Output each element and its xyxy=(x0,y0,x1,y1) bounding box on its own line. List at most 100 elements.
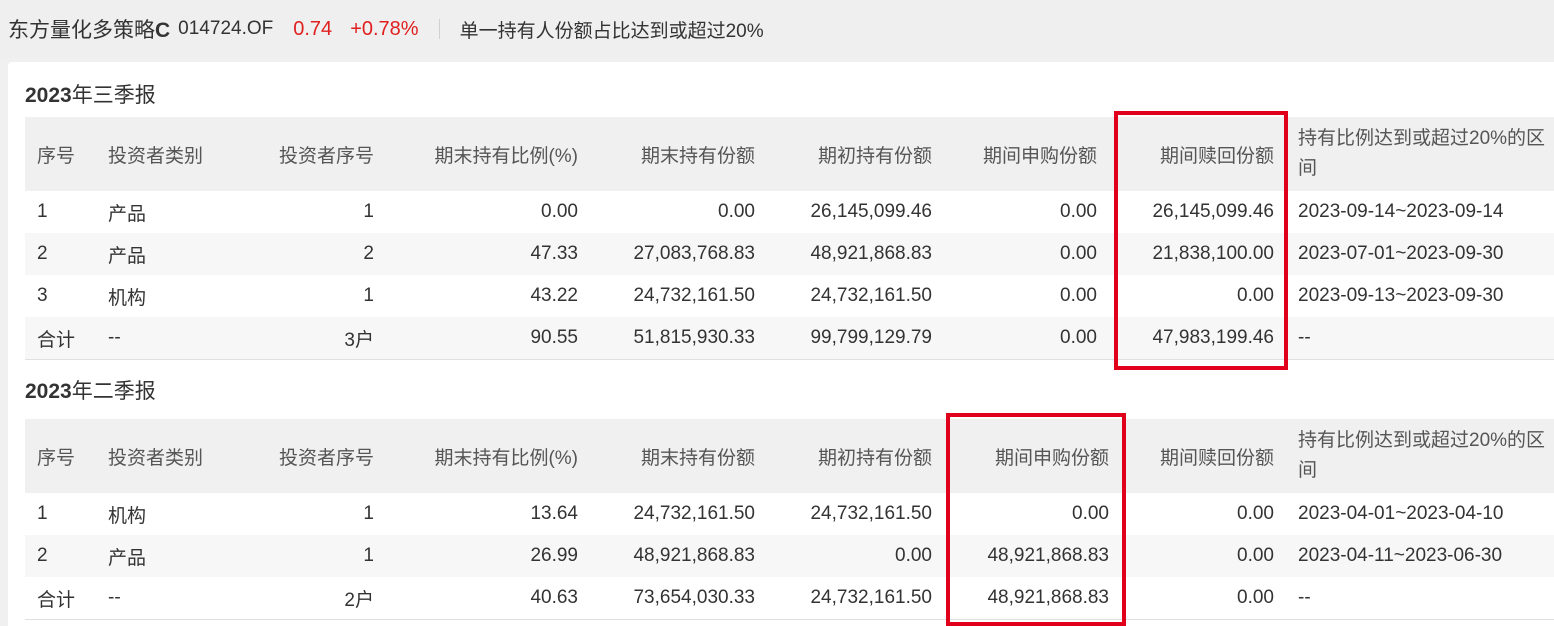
cell-type: 产品 xyxy=(108,535,251,577)
cell-end-ratio: 26.99 xyxy=(394,535,598,577)
cell-redeem: 0.00 xyxy=(1129,535,1294,577)
cell-end-ratio: 13.64 xyxy=(530,503,578,524)
fund-price: 0.74 xyxy=(293,17,333,40)
cell-type: 机构 xyxy=(108,287,147,309)
cell-subscribe: 0.00 xyxy=(952,317,1117,360)
fund-header: 东方量化多策略C 014724.OF 0.74 +0.78% 单一持有人份额占比… xyxy=(0,0,1554,58)
col-header: 期间申购份额 xyxy=(952,419,1129,493)
col-header: 期末持有份额 xyxy=(598,419,775,493)
cell-seq: 合计 xyxy=(25,317,108,360)
col-header: 期初持有份额 xyxy=(775,419,952,493)
col-header: 序号 xyxy=(25,117,108,191)
cell-investor-no: 2 xyxy=(251,233,394,275)
table-row: 2 产品 2 47.33 27,083,768.83 48,921,868.83… xyxy=(25,233,1554,275)
holder-table-q3: 序号 投资者类别 投资者序号 期末持有比例(%) 期末持有份额 期初持有份额 期… xyxy=(25,117,1554,360)
cell-redeem: 0.00 xyxy=(1237,503,1274,524)
col-header: 投资者类别 xyxy=(108,419,251,493)
cell-interval: -- xyxy=(1294,577,1554,620)
cell-redeem: 47,983,199.46 xyxy=(1117,317,1294,360)
fund-name: 东方量化多策略C xyxy=(8,19,171,42)
table-total-row: 合计 -- 2户 40.63 73,654,030.33 24,732,161.… xyxy=(25,577,1554,620)
table-row: 1 产品 1 0.00 0.00 26,145,099.46 0.00 26,1… xyxy=(25,191,1554,233)
cell-interval: 2023-04-11~2023-06-30 xyxy=(1294,535,1554,577)
col-header: 序号 xyxy=(25,419,108,493)
table-header-row: 序号 投资者类别 投资者序号 期末持有比例(%) 期末持有份额 期初持有份额 期… xyxy=(25,117,1554,191)
cell-subscribe: 0.00 xyxy=(1060,201,1097,222)
cell-subscribe: 0.00 xyxy=(952,233,1117,275)
cell-type: -- xyxy=(108,317,251,360)
cell-interval: 2023-07-01~2023-09-30 xyxy=(1294,233,1554,275)
cell-subscribe: 48,921,868.83 xyxy=(952,577,1129,620)
col-header: 期末持有比例(%) xyxy=(394,117,598,191)
cell-type: -- xyxy=(108,577,251,620)
cell-investor-no: 2户 xyxy=(251,577,394,620)
report-title-q2: 2023年二季报 xyxy=(25,380,156,403)
col-header: 期间赎回份额 xyxy=(1117,117,1294,191)
cell-investor-no: 1 xyxy=(251,535,394,577)
fund-code: 014724.OF xyxy=(178,18,274,39)
col-header: 持有比例达到或超过20%的区间 xyxy=(1294,117,1554,191)
cell-subscribe: 48,921,868.83 xyxy=(952,535,1129,577)
col-header: 期末持有比例(%) xyxy=(394,419,598,493)
cell-interval: 2023-09-13~2023-09-30 xyxy=(1298,285,1504,306)
cell-redeem: 0.00 xyxy=(1129,577,1294,620)
cell-seq: 合计 xyxy=(25,577,108,620)
cell-end-ratio: 90.55 xyxy=(394,317,598,360)
cell-type: 机构 xyxy=(108,505,147,527)
table-row: 3 机构 1 43.22 24,732,161.50 24,732,161.50… xyxy=(25,275,1554,317)
cell-interval: -- xyxy=(1294,317,1554,360)
cell-seq: 2 xyxy=(25,233,108,275)
cell-type: 产品 xyxy=(108,203,147,225)
cell-start-shares: 48,921,868.83 xyxy=(775,233,952,275)
table-total-row: 合计 -- 3户 90.55 51,815,930.33 99,799,129.… xyxy=(25,317,1554,360)
cell-seq: 3 xyxy=(37,285,48,306)
cell-end-ratio: 43.22 xyxy=(530,285,578,306)
cell-start-shares: 26,145,099.46 xyxy=(810,201,932,222)
col-header: 投资者序号 xyxy=(251,419,394,493)
cell-end-shares: 48,921,868.83 xyxy=(598,535,775,577)
cell-interval: 2023-09-14~2023-09-14 xyxy=(1298,201,1504,222)
cell-start-shares: 99,799,129.79 xyxy=(775,317,952,360)
col-header: 期初持有份额 xyxy=(775,117,952,191)
cell-end-shares: 24,732,161.50 xyxy=(633,503,755,524)
cell-subscribe: 0.00 xyxy=(1060,285,1097,306)
table-row: 1 机构 1 13.64 24,732,161.50 24,732,161.50… xyxy=(25,493,1554,535)
cell-seq: 1 xyxy=(37,503,48,524)
cell-redeem: 21,838,100.00 xyxy=(1117,233,1294,275)
cell-start-shares: 24,732,161.50 xyxy=(810,503,932,524)
holder-table-q2: 序号 投资者类别 投资者序号 期末持有比例(%) 期末持有份额 期初持有份额 期… xyxy=(25,419,1554,620)
report-title-q3: 2023年三季报 xyxy=(25,84,156,107)
cell-start-shares: 0.00 xyxy=(775,535,952,577)
cell-seq: 2 xyxy=(25,535,108,577)
col-header: 投资者类别 xyxy=(108,117,251,191)
cell-end-shares: 24,732,161.50 xyxy=(633,285,755,306)
cell-end-shares: 73,654,030.33 xyxy=(598,577,775,620)
content-panel: 2023年三季报 序号 投资者类别 投资者序号 期末持有比例(%) 期末持有份额… xyxy=(8,62,1554,626)
cell-end-ratio: 47.33 xyxy=(394,233,598,275)
cell-investor-no: 1 xyxy=(363,285,374,306)
cell-start-shares: 24,732,161.50 xyxy=(775,577,952,620)
page-subtitle: 单一持有人份额占比达到或超过20% xyxy=(459,20,764,42)
cell-end-shares: 51,815,930.33 xyxy=(598,317,775,360)
cell-seq: 1 xyxy=(37,201,48,222)
cell-end-shares: 0.00 xyxy=(718,201,755,222)
cell-redeem: 26,145,099.46 xyxy=(1152,201,1274,222)
header-divider xyxy=(438,19,440,39)
col-header: 期间申购份额 xyxy=(952,117,1117,191)
col-header: 投资者序号 xyxy=(251,117,394,191)
cell-subscribe: 0.00 xyxy=(1072,503,1109,524)
col-header: 期末持有份额 xyxy=(598,117,775,191)
cell-end-shares: 27,083,768.83 xyxy=(598,233,775,275)
table-row: 2 产品 1 26.99 48,921,868.83 0.00 48,921,8… xyxy=(25,535,1554,577)
cell-investor-no: 3户 xyxy=(251,317,394,360)
cell-interval: 2023-04-01~2023-04-10 xyxy=(1298,503,1504,524)
cell-redeem: 0.00 xyxy=(1237,285,1274,306)
table-header-row: 序号 投资者类别 投资者序号 期末持有比例(%) 期末持有份额 期初持有份额 期… xyxy=(25,419,1554,493)
cell-investor-no: 1 xyxy=(363,503,374,524)
cell-type: 产品 xyxy=(108,233,251,275)
col-header: 期间赎回份额 xyxy=(1129,419,1294,493)
fund-change: +0.78% xyxy=(350,17,419,40)
col-header: 持有比例达到或超过20%的区间 xyxy=(1294,419,1554,493)
cell-investor-no: 1 xyxy=(363,201,374,222)
cell-end-ratio: 40.63 xyxy=(394,577,598,620)
